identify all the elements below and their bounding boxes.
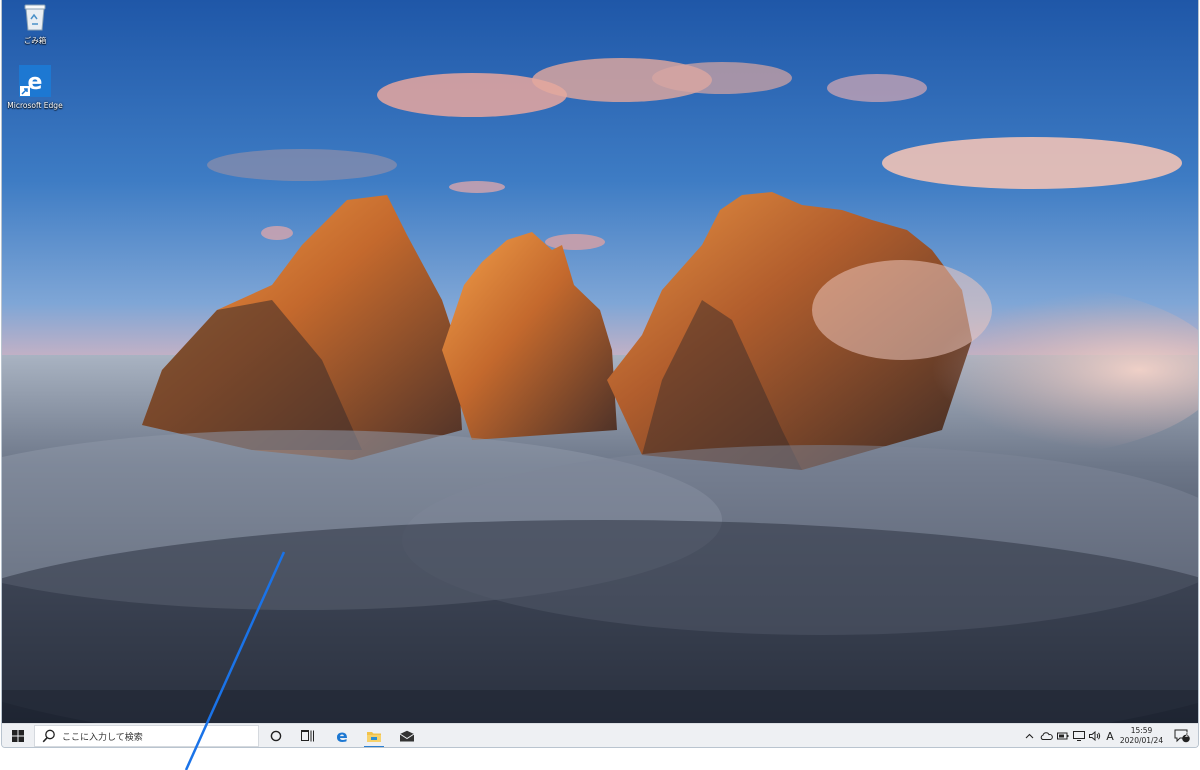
search-placeholder: ここに入力して検索 [62, 732, 143, 743]
windows-start-icon [12, 730, 24, 742]
mail-icon [399, 730, 415, 742]
edge-icon: e [19, 65, 51, 97]
taskbar-search-box[interactable]: ここに入力して検索 [34, 725, 259, 747]
desktop-icon-label: ごみ箱 [23, 36, 47, 45]
onedrive-icon [1040, 732, 1053, 740]
onedrive-button[interactable] [1038, 724, 1054, 747]
network-icon [1072, 731, 1085, 741]
taskbar-file-explorer-button[interactable] [360, 724, 388, 747]
taskbar-edge-button[interactable]: e [328, 724, 356, 747]
action-center-button[interactable]: 2 [1170, 724, 1194, 747]
taskbar-mail-button[interactable] [393, 724, 421, 747]
clock-time: 15:59 [1130, 726, 1153, 735]
show-hidden-icons-button[interactable] [1022, 724, 1036, 747]
taskbar: ここに入力して検索 e A 15:59 2020/01/24 2 [2, 723, 1198, 747]
file-explorer-icon [367, 732, 381, 742]
volume-button[interactable] [1087, 724, 1102, 747]
task-view-button[interactable] [294, 724, 322, 747]
recycle-bin-icon [24, 4, 46, 31]
volume-icon [1088, 731, 1100, 741]
task-view-icon [301, 730, 314, 742]
edge-icon: e [336, 728, 348, 744]
desktop-icon-label: Microsoft Edge [7, 101, 63, 110]
desktop-icon-recycle-bin[interactable]: ごみ箱 [2, 2, 68, 45]
notification-count-badge: 2 [1184, 731, 1190, 739]
desktop-screen: ごみ箱 e Microsoft Edge ここに入力して検索 e A 15:59… [1, 0, 1199, 748]
cortana-button[interactable] [262, 724, 290, 747]
desktop-wallpaper [2, 0, 1198, 723]
svg-text:e: e [336, 728, 348, 744]
cortana-icon [270, 730, 282, 742]
desktop-icon-edge[interactable]: e Microsoft Edge [2, 65, 68, 110]
chevron-up-icon [1025, 733, 1033, 739]
search-icon [42, 729, 55, 743]
battery-icon [1056, 732, 1068, 740]
taskbar-clock[interactable]: 15:59 2020/01/24 [1114, 726, 1169, 746]
clock-date: 2020/01/24 [1119, 736, 1164, 745]
battery-button[interactable] [1055, 724, 1070, 747]
active-app-underline [364, 746, 384, 747]
network-button[interactable] [1071, 724, 1086, 747]
start-button[interactable] [2, 724, 34, 747]
